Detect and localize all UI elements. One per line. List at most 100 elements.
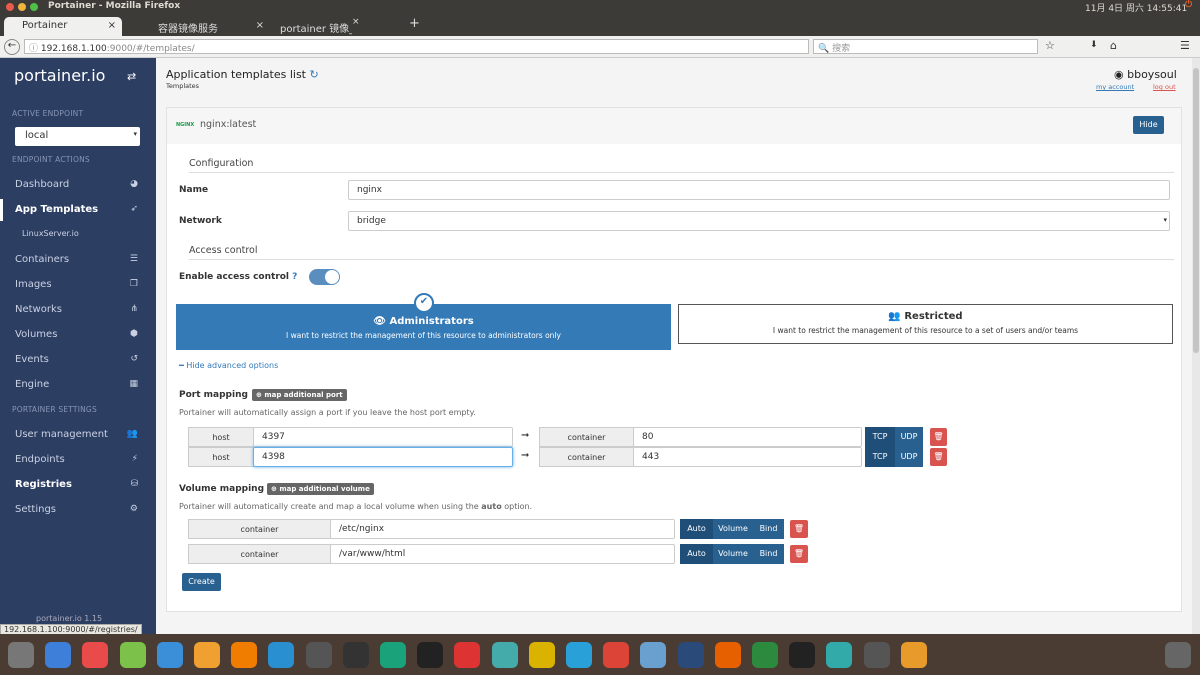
container-addon: container: [188, 519, 331, 539]
tcp-button[interactable]: TCP: [865, 427, 895, 447]
page-scrollbar[interactable]: [1192, 58, 1200, 634]
maximize-window-button[interactable]: [30, 3, 38, 11]
installer-icon[interactable]: [900, 642, 927, 668]
sidebar-item-containers[interactable]: Containers ☰: [0, 249, 156, 271]
sidebar-item-linuxserver[interactable]: LinuxServer.io: [0, 227, 156, 243]
hide-advanced-link[interactable]: ━ Hide advanced options: [179, 361, 278, 370]
sidebar-item-dashboard[interactable]: Dashboard ◕: [0, 174, 156, 196]
name-input[interactable]: nginx: [348, 180, 1170, 200]
host-port-input[interactable]: 4397: [253, 427, 513, 447]
label: Registries: [15, 479, 72, 490]
downloader-icon[interactable]: [268, 642, 295, 668]
firefox-icon[interactable]: [714, 642, 741, 668]
access-control-toggle[interactable]: [309, 269, 340, 285]
map-volume-button[interactable]: ⊕ map additional volume: [267, 483, 374, 495]
map-port-button[interactable]: ⊕ map additional port: [252, 389, 347, 401]
udp-button[interactable]: UDP: [895, 427, 923, 447]
netease-music-icon[interactable]: [454, 642, 481, 668]
endpoint-select[interactable]: local ▾: [15, 127, 140, 146]
download-icon[interactable]: ⬇: [1090, 40, 1098, 50]
screenshot-icon[interactable]: [826, 642, 853, 668]
volume-button[interactable]: Volume: [713, 519, 753, 539]
sidebar-item-volumes[interactable]: Volumes ⬢: [0, 324, 156, 346]
close-tab-icon[interactable]: ×: [256, 20, 264, 31]
volume-button[interactable]: Volume: [713, 544, 753, 564]
sidebar-item-settings[interactable]: Settings ⚙: [0, 499, 156, 521]
game-icon[interactable]: [528, 642, 555, 668]
sublime-icon[interactable]: [305, 642, 332, 668]
url-input[interactable]: ⓘ 192.168.1.100:9000/#/templates/: [24, 39, 809, 54]
feishu-icon[interactable]: [156, 642, 183, 668]
container-port-input[interactable]: 443: [633, 447, 862, 467]
trash-icon[interactable]: [1165, 642, 1191, 668]
refresh-icon[interactable]: ↻: [310, 68, 319, 81]
sidebar-item-events[interactable]: Events ↺: [0, 349, 156, 371]
log-out-link[interactable]: log out: [1153, 83, 1176, 91]
help-icon[interactable]: ?: [292, 272, 297, 282]
home-icon[interactable]: ⌂: [1110, 39, 1117, 52]
menu-icon[interactable]: ☰: [1180, 39, 1190, 52]
back-button[interactable]: ←: [4, 39, 20, 55]
search-input[interactable]: 🔍 搜索: [813, 39, 1038, 54]
close-tab-icon[interactable]: ×: [108, 20, 116, 31]
mixer-icon[interactable]: [342, 642, 369, 668]
close-window-button[interactable]: [6, 3, 14, 11]
portainer-logo[interactable]: portainer.io: [14, 66, 105, 85]
chrome-icon[interactable]: [603, 642, 630, 668]
container-path-input[interactable]: /var/www/html: [330, 544, 675, 564]
home-folder-icon[interactable]: [640, 642, 667, 668]
power-icon[interactable]: ⏻: [1185, 0, 1192, 10]
tab-baidu[interactable]: portainer 镜像_百度搜: [272, 17, 352, 36]
trash-icon[interactable]: 🗑: [790, 545, 808, 563]
obs-icon[interactable]: [417, 642, 444, 668]
pycharm-icon[interactable]: [752, 642, 778, 668]
host-port-input[interactable]: 4398: [253, 447, 513, 467]
trash-icon[interactable]: 🗑: [930, 448, 947, 466]
new-tab-button[interactable]: +: [409, 16, 420, 31]
administrators-option[interactable]: ✔ 👁 Administrators I want to restrict th…: [176, 293, 671, 350]
network-select[interactable]: bridge ▾: [348, 211, 1170, 231]
udp-button[interactable]: UDP: [895, 447, 923, 467]
tcp-button[interactable]: TCP: [865, 447, 895, 467]
clock[interactable]: 11月 4日 周六 14:55:41: [1085, 1, 1187, 14]
vlc-icon[interactable]: [231, 642, 258, 668]
sidebar-item-networks[interactable]: Networks ⋔: [0, 299, 156, 321]
steam-icon[interactable]: [677, 642, 704, 668]
create-button[interactable]: Create: [182, 573, 221, 591]
files-icon[interactable]: [45, 642, 72, 668]
sidebar-item-endpoints[interactable]: Endpoints ⚡: [0, 449, 156, 471]
sidebar-item-app-templates[interactable]: App Templates ➶: [0, 199, 156, 221]
workspaces-icon[interactable]: [863, 642, 890, 668]
minimize-window-button[interactable]: [18, 3, 26, 11]
trash-icon[interactable]: 🗑: [790, 520, 808, 538]
endpoint-actions-header: ENDPOINT ACTIONS: [12, 155, 90, 164]
close-tab-icon[interactable]: ×: [352, 17, 360, 27]
tab-registry[interactable]: 容器镜像服务 ×: [130, 17, 270, 36]
bookmark-star-icon[interactable]: ☆: [1045, 39, 1055, 52]
auto-button[interactable]: Auto: [680, 544, 713, 564]
toggle-sidebar-icon[interactable]: ⇄: [127, 70, 136, 83]
my-account-link[interactable]: my account: [1096, 83, 1134, 91]
app-red-icon[interactable]: [82, 642, 109, 668]
auto-button[interactable]: Auto: [680, 519, 713, 539]
bind-button[interactable]: Bind: [753, 544, 784, 564]
bind-button[interactable]: Bind: [753, 519, 784, 539]
sidebar-item-images[interactable]: Images ❐: [0, 274, 156, 296]
terminal-icon[interactable]: [789, 642, 816, 668]
telegram-icon[interactable]: [566, 642, 592, 668]
wechat-icon[interactable]: [119, 642, 146, 668]
sidebar-item-engine[interactable]: Engine ▦: [0, 374, 156, 396]
tab-portainer[interactable]: Portainer ×: [4, 17, 122, 36]
trash-icon[interactable]: 🗑: [930, 428, 947, 446]
container-path-input[interactable]: /etc/nginx: [330, 519, 675, 539]
container-port-input[interactable]: 80: [633, 427, 862, 447]
cogs-icon: ⚙: [129, 504, 138, 514]
cleaner-icon[interactable]: [380, 642, 406, 668]
settings-icon[interactable]: [8, 642, 34, 668]
sidebar-item-registries[interactable]: Registries ⛁: [0, 474, 156, 496]
hide-button[interactable]: Hide: [1133, 116, 1164, 134]
sidebar-item-user-management[interactable]: User management 👥: [0, 424, 156, 446]
restricted-option[interactable]: 👥 Restricted I want to restrict the mana…: [678, 304, 1173, 344]
monitor-icon[interactable]: [491, 642, 518, 668]
image-viewer-icon[interactable]: [194, 642, 220, 668]
